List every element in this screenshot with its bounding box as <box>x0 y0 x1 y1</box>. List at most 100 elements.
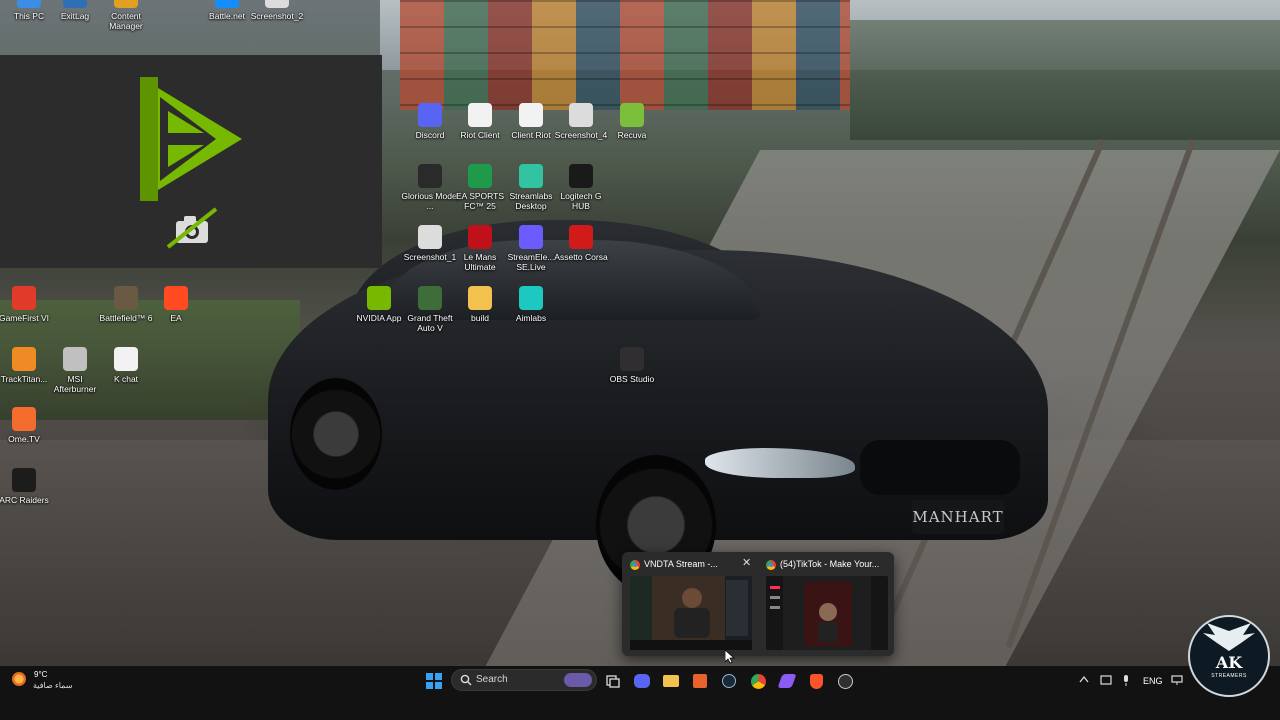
eagle-logo-icon <box>1203 623 1255 651</box>
taskbar-discord[interactable] <box>630 669 654 693</box>
language-indicator[interactable]: ENG <box>1143 676 1163 686</box>
desktop-icon-label: Content Manager <box>109 11 143 31</box>
start-button[interactable] <box>422 669 446 693</box>
microphone-icon[interactable] <box>1122 675 1130 688</box>
desktop-icon-label: Screenshot_4 <box>554 130 608 140</box>
desktop-icon[interactable]: Content Manager <box>97 0 155 31</box>
thumbnail-title: VNDTA Stream -... <box>644 559 718 569</box>
nvidia-icon <box>367 286 391 310</box>
arc-raiders-icon <box>12 468 36 492</box>
desktop-icon-label: Ome.TV <box>8 434 40 444</box>
file-icon <box>114 347 138 371</box>
desktop-icon[interactable]: Assetto Corsa <box>552 225 610 262</box>
wallpaper-trees <box>850 20 1280 140</box>
desktop-icon-label: EA <box>170 313 182 323</box>
ea-fc-icon <box>468 164 492 188</box>
desktop-icon-label: ExitLag <box>60 11 90 21</box>
desktop-icon[interactable]: Recuva <box>603 103 661 140</box>
weather-desc: سماء صافية <box>33 681 73 690</box>
display-icon[interactable] <box>1171 675 1183 687</box>
ak-streamers-watermark: AK STREAMERS <box>1188 615 1270 697</box>
chrome-icon <box>750 673 766 689</box>
thumbnail-title: (54)TikTok - Make Your... <box>780 559 880 569</box>
desktop-icon[interactable]: K chat <box>97 347 155 384</box>
wallpaper-container-lines <box>400 0 850 110</box>
desktop-icon-label: MSI Afterburner <box>53 374 97 394</box>
glorious-icon <box>418 164 442 188</box>
taskbar-search-box[interactable]: Search <box>451 669 597 691</box>
taskbar-file-explorer[interactable] <box>659 669 683 693</box>
desktop-icon[interactable]: NVIDIA App <box>350 286 408 323</box>
content-manager-icon <box>114 0 138 8</box>
ometv-icon <box>12 407 36 431</box>
taskbar-obs[interactable] <box>833 669 857 693</box>
desktop-icon[interactable]: Aimlabs <box>502 286 560 323</box>
thumbnail-preview-image <box>630 576 752 650</box>
weather-icon <box>12 672 26 686</box>
battlefield-icon <box>114 286 138 310</box>
search-icon <box>460 674 472 686</box>
taskbar-chrome[interactable] <box>746 669 770 693</box>
desktop-icon-label: Le Mans Ultimate <box>463 252 497 272</box>
desktop-icon[interactable]: MSI Afterburner <box>46 347 104 394</box>
network-icon[interactable] <box>1100 675 1112 687</box>
recuva-icon <box>620 103 644 127</box>
desktop-icon[interactable]: Riot Client <box>451 103 509 140</box>
watermark-sub-text: STREAMERS <box>1211 673 1247 679</box>
folder-icon <box>663 675 679 687</box>
desktop-icon[interactable]: build <box>451 286 509 323</box>
chrome-icon <box>630 560 640 570</box>
brave-icon <box>809 673 823 689</box>
desktop-icon-label: Logitech G HUB <box>560 191 602 211</box>
close-icon[interactable]: ✕ <box>742 556 751 569</box>
thumbnail-vndta-stream[interactable]: VNDTA Stream -... ✕ <box>624 552 754 656</box>
desktop-icon[interactable]: GameFirst VI <box>0 286 53 323</box>
discord-icon <box>418 103 442 127</box>
tracktitan-icon <box>12 347 36 371</box>
streamlabs-icon <box>519 164 543 188</box>
image-file-icon <box>265 0 289 8</box>
exitlag-icon <box>63 0 87 8</box>
desktop-icon-label: Screenshot_2 <box>250 11 304 21</box>
desktop-icon-label: NVIDIA App <box>356 313 402 323</box>
streamelements-icon <box>519 225 543 249</box>
desktop-icon[interactable]: Screenshot_4 <box>552 103 610 140</box>
desktop-icon[interactable]: OBS Studio <box>603 347 661 384</box>
desktop-icon[interactable]: EA SPORTS FC™ 25 <box>451 164 509 211</box>
desktop-icon[interactable]: Logitech G HUB <box>552 164 610 211</box>
desktop-icon-label: build <box>471 313 489 323</box>
vs-icon <box>777 674 797 688</box>
search-placeholder: Search <box>476 674 508 685</box>
desktop-icon-label: Assetto Corsa <box>554 252 608 262</box>
desktop-icon-label: Recuva <box>617 130 647 140</box>
weather-temp: 9°C <box>34 670 48 679</box>
desktop-icon-label: Riot Client <box>460 130 500 140</box>
taskbar-steam[interactable] <box>717 669 741 693</box>
le-mans-icon <box>468 225 492 249</box>
desktop-icon[interactable]: EA <box>147 286 205 323</box>
taskbar-visual-studio[interactable] <box>775 669 799 693</box>
thumbnail-preview-image <box>766 576 888 650</box>
gamefirst-icon <box>12 286 36 310</box>
desktop-icon[interactable]: Screenshot_2 <box>248 0 306 21</box>
desktop-icon[interactable]: Ome.TV <box>0 407 53 444</box>
taskbar-brave[interactable] <box>804 669 828 693</box>
taskbar-thumbnail-preview: VNDTA Stream -... ✕ (54)TikTok - Make Yo… <box>622 552 894 656</box>
task-view-button[interactable] <box>601 669 625 693</box>
file-icon <box>519 103 543 127</box>
ea-icon <box>164 286 188 310</box>
taskbar-adobe[interactable] <box>688 669 712 693</box>
chevron-up-icon[interactable] <box>1079 675 1089 685</box>
desktop-icon-label: GameFirst VI <box>0 313 50 323</box>
desktop-icon[interactable]: ExitLag <box>46 0 104 21</box>
car-wheel-rear <box>290 378 382 490</box>
task-view-icon <box>606 675 620 688</box>
car-license-plate: MANHART <box>912 500 1004 534</box>
file-icon <box>468 103 492 127</box>
thumbnail-tiktok[interactable]: (54)TikTok - Make Your... <box>760 552 890 656</box>
image-file-icon <box>569 103 593 127</box>
aimlabs-icon <box>519 286 543 310</box>
desktop-icon[interactable]: Le Mans Ultimate <box>451 225 509 272</box>
desktop-icon[interactable]: ARC Raiders <box>0 468 53 505</box>
car-grille <box>860 440 1020 495</box>
